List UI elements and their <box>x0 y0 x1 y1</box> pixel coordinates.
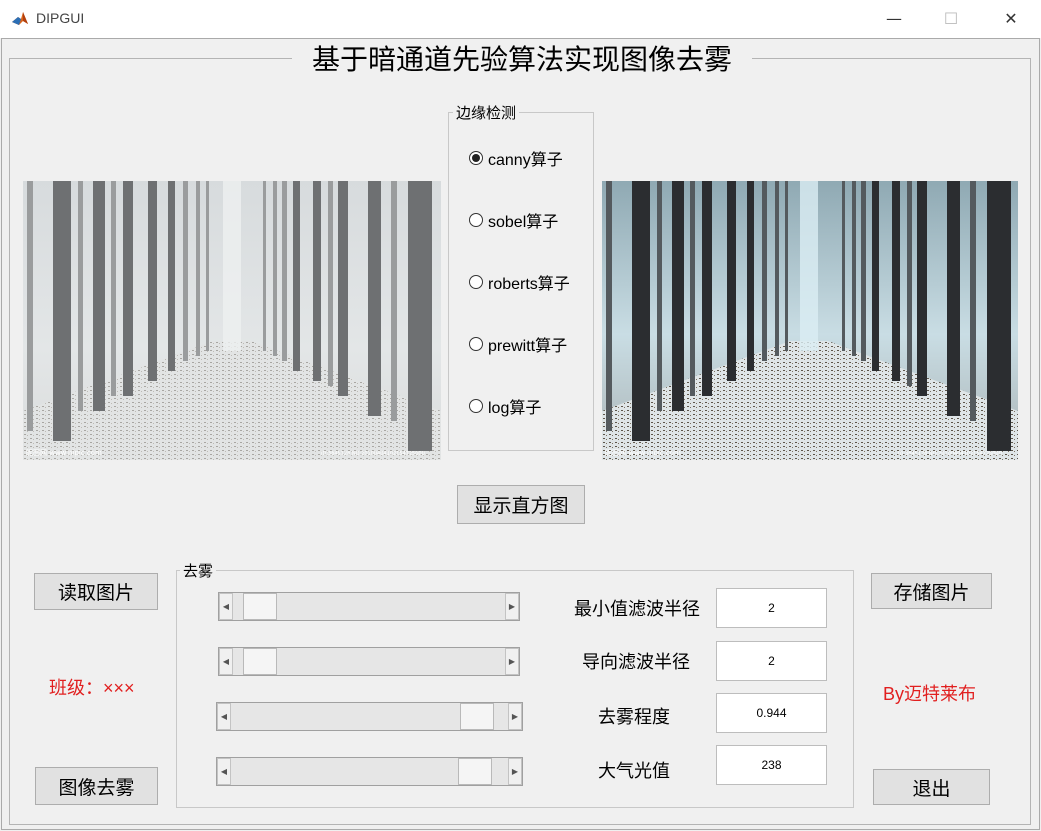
edge-option-label: prewitt算子 <box>488 338 568 355</box>
guided-filter-radius-label: 导向滤波半径 <box>582 652 690 673</box>
maximize-button[interactable]: ☐ <box>928 6 974 32</box>
guided-filter-radius-slider[interactable]: ◀ ▶ <box>218 647 520 676</box>
atmospheric-light-slider[interactable]: ◀ ▶ <box>216 757 523 786</box>
slider-thumb[interactable] <box>458 758 492 785</box>
window-title: DIPGUI <box>36 10 85 26</box>
class-label: 班级：××× <box>49 678 135 698</box>
close-button[interactable]: ✕ <box>988 6 1034 32</box>
page-title: 基于暗通道先验算法实现图像去雾 <box>292 40 752 80</box>
radio-unchecked-icon[interactable] <box>469 337 483 351</box>
exit-button[interactable]: 退出 <box>873 769 990 805</box>
dehaze-degree-label: 去雾程度 <box>598 707 670 728</box>
show-histogram-button[interactable]: 显示直方图 <box>457 485 585 524</box>
guided-filter-radius-field[interactable]: 2 <box>716 641 827 681</box>
original-image: 昵图网 www.nipic.com ID:3845128 NO:20100404… <box>23 181 441 460</box>
edge-option[interactable]: sobel算子 <box>469 209 558 231</box>
read-image-button[interactable]: 读取图片 <box>34 573 158 610</box>
min-filter-radius-field[interactable]: 2 <box>716 588 827 628</box>
dehaze-degree-slider[interactable]: ◀ ▶ <box>216 702 523 731</box>
atmospheric-light-field[interactable]: 238 <box>716 745 827 785</box>
edge-option[interactable]: roberts算子 <box>469 271 570 293</box>
dehaze-group-title: 去雾 <box>180 562 217 580</box>
slider-thumb[interactable] <box>460 703 494 730</box>
edge-option[interactable]: log算子 <box>469 395 541 417</box>
edge-detection-title: 边缘检测 <box>453 104 520 122</box>
radio-unchecked-icon[interactable] <box>469 213 483 227</box>
edge-option[interactable]: canny算子 <box>469 147 563 169</box>
save-image-button[interactable]: 存储图片 <box>871 573 992 609</box>
watermark-left: 昵图网 www.nipic.com <box>605 449 681 457</box>
slider-right-arrow-icon[interactable]: ▶ <box>508 758 522 785</box>
edge-option-label: roberts算子 <box>488 276 570 293</box>
minimize-button[interactable]: — <box>871 6 917 32</box>
slider-thumb[interactable] <box>243 648 277 675</box>
watermark-right: ID:3845128 NO:20100404102154725000 <box>321 451 425 457</box>
dehaze-button[interactable]: 图像去雾 <box>35 767 158 805</box>
dehaze-degree-field[interactable]: 0.944 <box>716 693 827 733</box>
slider-left-arrow-icon[interactable]: ◀ <box>217 703 231 730</box>
slider-right-arrow-icon[interactable]: ▶ <box>505 648 519 675</box>
min-filter-radius-label: 最小值滤波半径 <box>574 599 700 620</box>
atmospheric-light-label: 大气光值 <box>598 761 670 782</box>
radio-checked-icon[interactable] <box>469 151 483 165</box>
slider-right-arrow-icon[interactable]: ▶ <box>508 703 522 730</box>
edge-option-label: sobel算子 <box>488 214 559 231</box>
slider-left-arrow-icon[interactable]: ◀ <box>217 758 231 785</box>
watermark-right: ID:3845128 NO:20100404102154725000 <box>898 451 1002 457</box>
slider-left-arrow-icon[interactable]: ◀ <box>219 593 233 620</box>
slider-thumb[interactable] <box>243 593 277 620</box>
matlab-icon <box>11 10 29 28</box>
watermark-left: 昵图网 www.nipic.com <box>26 449 102 457</box>
edge-option[interactable]: prewitt算子 <box>469 333 567 355</box>
slider-right-arrow-icon[interactable]: ▶ <box>505 593 519 620</box>
edge-option-label: log算子 <box>488 400 542 417</box>
edge-option-label: canny算子 <box>488 152 563 169</box>
radio-unchecked-icon[interactable] <box>469 399 483 413</box>
min-filter-radius-slider[interactable]: ◀ ▶ <box>218 592 520 621</box>
slider-left-arrow-icon[interactable]: ◀ <box>219 648 233 675</box>
dehazed-image: 昵图网 www.nipic.com ID:3845128 NO:20100404… <box>602 181 1018 460</box>
radio-unchecked-icon[interactable] <box>469 275 483 289</box>
author-label: By迈特莱布 <box>883 684 977 704</box>
